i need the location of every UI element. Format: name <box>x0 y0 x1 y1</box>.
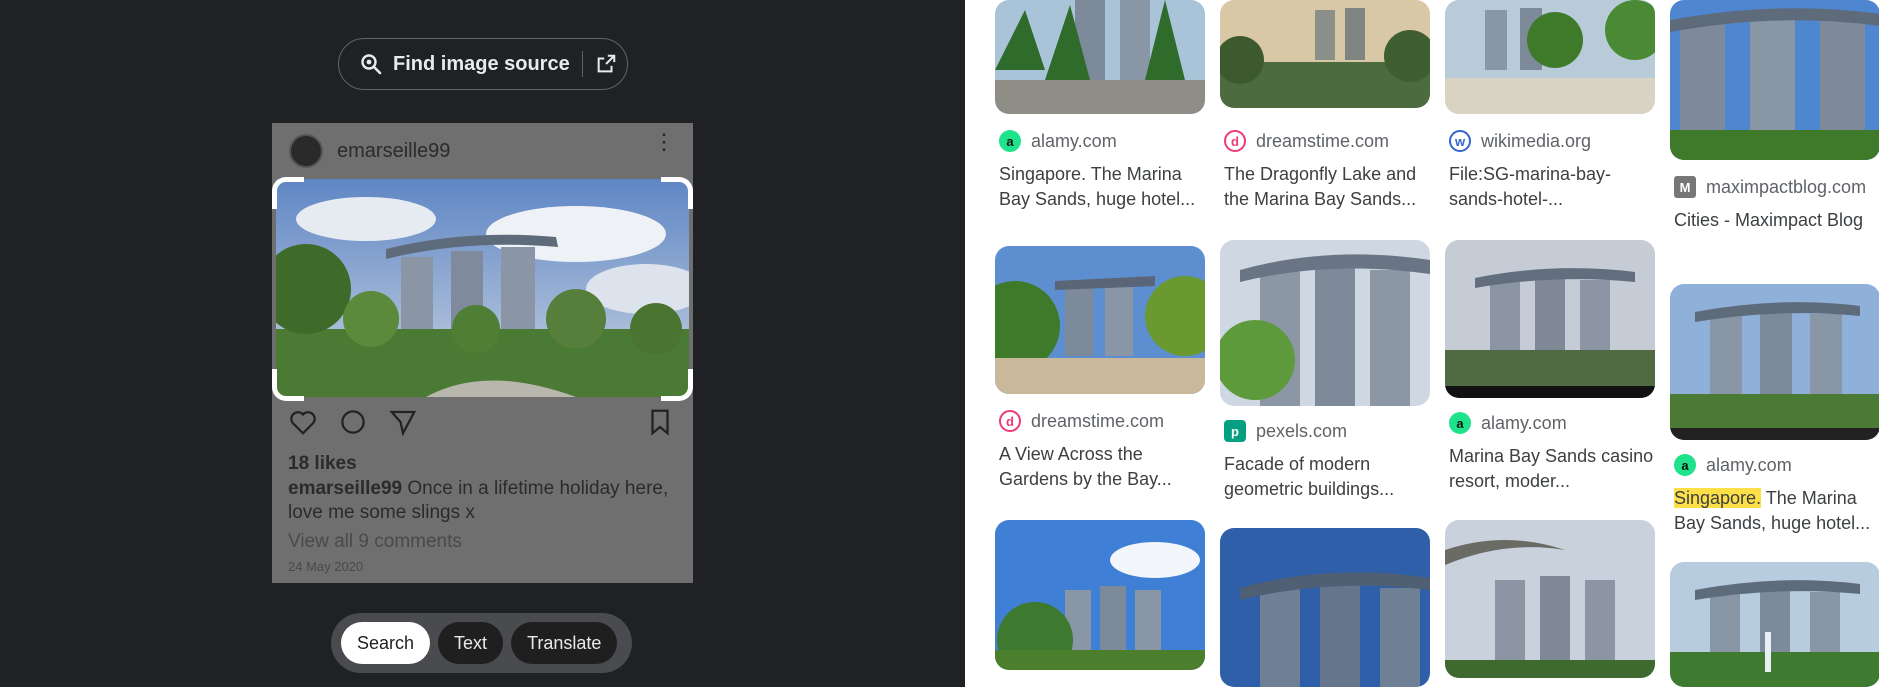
result-source: Mmaximpactblog.com <box>1674 176 1866 198</box>
result-site: dreamstime.com <box>1031 410 1165 431</box>
result-thumbnail[interactable] <box>1670 0 1879 160</box>
alamy-icon: a <box>999 130 1021 152</box>
result-thumbnail[interactable] <box>1220 240 1430 406</box>
result-source: p pexels.com <box>1224 420 1347 442</box>
post-actions <box>288 407 418 437</box>
result-thumbnail[interactable] <box>1670 562 1879 687</box>
result-site: alamy.com <box>1031 130 1117 151</box>
result-title[interactable]: Facade of modern geometric buildings... <box>1224 452 1430 502</box>
bookmark-icon <box>651 409 669 436</box>
heart-icon <box>290 411 316 435</box>
result-source: a alamy.com <box>1674 454 1792 476</box>
likes-count: 18 likes <box>288 453 357 474</box>
result-site: maximpactblog.com <box>1706 176 1867 197</box>
result-thumbnail[interactable] <box>995 246 1205 394</box>
result-site: dreamstime.com <box>1256 130 1390 151</box>
find-image-source-button[interactable]: Find image source <box>338 38 628 90</box>
post-caption: emarseille99 Once in a lifetime holiday … <box>288 477 683 525</box>
result-thumbnail[interactable] <box>1220 528 1430 687</box>
mode-search-button[interactable]: Search <box>341 622 431 664</box>
result-thumbnail[interactable] <box>1445 240 1655 398</box>
crop-corner-bottom-right[interactable] <box>661 369 693 401</box>
result-site: alamy.com <box>1706 454 1792 475</box>
lens-mode-switcher: Search Text Translate <box>331 613 632 673</box>
result-site: wikimedia.org <box>1481 130 1592 151</box>
result-title[interactable]: Singapore. The Marina Bay Sands, huge ho… <box>1674 486 1879 536</box>
selected-photo <box>276 179 689 397</box>
maximpact-icon: M <box>1674 176 1696 198</box>
find-image-source-label: Find image source <box>393 52 570 75</box>
pexels-icon: p <box>1224 420 1246 442</box>
view-comments-link: View all 9 comments <box>288 531 462 552</box>
result-title[interactable]: Marina Bay Sands casino resort, moder... <box>1449 444 1655 494</box>
open-in-new-icon[interactable] <box>595 53 617 75</box>
mode-translate-button[interactable]: Translate <box>511 622 618 664</box>
more-options-icon: ⋮ <box>653 129 675 154</box>
result-thumbnail[interactable] <box>1220 0 1430 108</box>
highlighted-term: Singapore. <box>1674 488 1762 508</box>
dreamstime-icon: d <box>999 410 1021 432</box>
alamy-icon: a <box>1449 412 1471 434</box>
comment-icon <box>341 410 365 434</box>
divider <box>581 51 583 77</box>
result-source: a alamy.com <box>999 130 1117 152</box>
post-header: emarseille99 ⋮ <box>272 123 693 179</box>
result-title[interactable]: Cities - Maximpact Blog <box>1674 208 1879 233</box>
result-source: d dreamstime.com <box>1224 130 1389 152</box>
wikimedia-icon: w <box>1449 130 1471 152</box>
caption-username: emarseille99 <box>288 478 403 499</box>
post-username: emarseille99 <box>337 139 451 162</box>
result-source: d dreamstime.com <box>999 410 1164 432</box>
share-icon <box>389 410 417 437</box>
crop-corner-top-right[interactable] <box>661 177 693 209</box>
result-site: pexels.com <box>1256 420 1348 441</box>
post-date: 24 May 2020 <box>288 559 364 574</box>
crop-corner-top-left[interactable] <box>272 177 304 209</box>
lens-search-icon <box>361 54 382 75</box>
crop-corner-bottom-left[interactable] <box>272 369 304 401</box>
result-thumbnail[interactable] <box>1445 520 1655 678</box>
result-source: a alamy.com <box>1449 412 1567 434</box>
result-thumbnail[interactable] <box>1670 284 1879 440</box>
visual-matches-grid: a alamy.com Singapore. The Marina Bay San… <box>965 0 1879 687</box>
result-title[interactable]: File:SG-marina-bay-sands-hotel-... <box>1449 162 1655 212</box>
result-source: w wikimedia.org <box>1449 130 1591 152</box>
result-thumbnail[interactable] <box>995 0 1205 114</box>
result-title[interactable]: Singapore. The Marina Bay Sands, huge ho… <box>999 162 1205 212</box>
result-site: alamy.com <box>1481 412 1567 433</box>
result-thumbnail[interactable] <box>1445 0 1655 114</box>
result-title[interactable]: A View Across the Gardens by the Bay... <box>999 442 1205 492</box>
instagram-post-screenshot: emarseille99 ⋮ 18 likes emarseille99 Onc… <box>272 123 693 583</box>
alamy-icon: a <box>1674 454 1696 476</box>
avatar <box>289 134 323 168</box>
lens-panel: Find image source emarseille99 ⋮ 18 like… <box>0 0 965 687</box>
dreamstime-icon: d <box>1224 130 1246 152</box>
result-thumbnail[interactable] <box>995 520 1205 670</box>
result-title[interactable]: The Dragonfly Lake and the Marina Bay Sa… <box>1224 162 1430 212</box>
mode-text-button[interactable]: Text <box>438 622 504 664</box>
